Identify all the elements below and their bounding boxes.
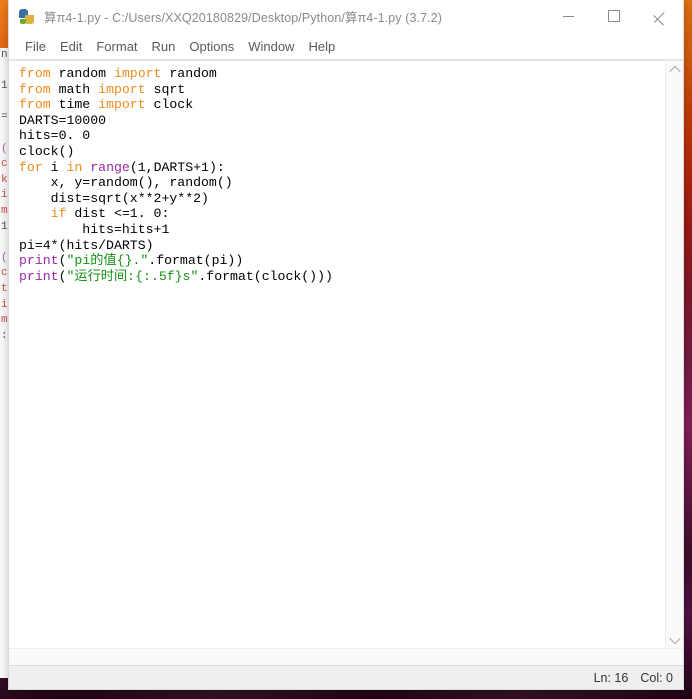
background-window-line: ( [1,251,8,264]
background-window-line: m [1,314,8,327]
background-window-line: k [1,173,8,186]
code-token: hits=hits+1 [19,221,170,237]
editor-body: from random import random from math impo… [9,60,683,648]
code-token: dist <=1. 0: [66,206,170,222]
code-token: .format(pi)) [148,253,244,269]
code-token: from [19,97,51,113]
menu-item-options[interactable]: Options [182,37,241,56]
code-token: "pi的值{}." [66,253,149,269]
code-token: from [19,81,51,97]
background-window-line: t [1,282,8,295]
window-controls [545,0,683,32]
maximize-icon [608,10,620,22]
code-token: random [50,66,114,81]
code-token: print [19,253,59,269]
code-token: math [50,81,99,97]
code-token: hits=0. 0 [19,128,91,144]
code-token: (1,DARTS+1): [129,159,225,175]
code-token: for [19,159,43,175]
background-window-line: i [1,298,8,311]
column-indicator: Col: 0 [640,670,673,685]
background-window-line: c [1,267,8,280]
vertical-scrollbar[interactable] [665,61,683,648]
code-token: pi=4*(hits/DARTS) [19,237,154,253]
minimize-icon [562,15,574,17]
menu-item-format[interactable]: Format [89,37,144,56]
maximize-button[interactable] [591,0,637,32]
menu-item-edit[interactable]: Edit [53,37,89,56]
code-token: dist=sqrt(x**2+y**2) [19,190,209,206]
background-window-line: n [1,49,8,61]
scroll-up-arrow-icon[interactable] [666,61,683,78]
background-window-line: ( [1,142,8,155]
code-token: sqrt [145,81,186,97]
title-bar[interactable]: 算π4-1.py - C:/Users/XXQ20180829/Desktop/… [9,0,683,33]
line-indicator: Ln: 16 [593,670,629,685]
background-window-line: 1 [1,80,8,93]
code-token: clock() [19,143,75,159]
background-window-line: i [1,189,8,202]
code-token: DARTS=10000 [19,112,107,128]
background-window-line: = [1,111,8,124]
minimize-button[interactable] [545,0,591,32]
menu-item-run[interactable]: Run [145,37,183,56]
status-bar: Ln: 16 Col: 0 [9,665,683,689]
python-idle-icon [19,8,36,25]
code-token: i [42,159,67,175]
code-token: from [19,66,51,81]
close-icon [654,10,666,22]
code-token: ( [58,268,67,284]
idle-editor-window: 算π4-1.py - C:/Users/XXQ20180829/Desktop/… [8,0,684,690]
background-window-line: m [1,204,8,217]
menu-bar: File Edit Format Run Options Window Help [9,33,683,60]
background-window-line: c [1,158,8,171]
code-text[interactable]: from random import random from math impo… [9,61,665,284]
close-button[interactable] [637,0,683,32]
menu-item-file[interactable]: File [18,37,53,56]
code-token: in [66,159,83,175]
code-token: time [50,97,99,113]
code-token: range [90,159,130,175]
background-window-line: : [1,329,8,342]
code-token: import [113,66,162,81]
horizontal-scrollbar[interactable] [9,648,683,665]
menu-item-window[interactable]: Window [241,37,301,56]
code-token: .format(clock())) [198,268,333,284]
code-token: "运行时间:{:.5f}s" [66,268,199,284]
scroll-down-arrow-icon[interactable] [666,631,683,648]
window-title: 算π4-1.py - C:/Users/XXQ20180829/Desktop/… [44,10,443,25]
code-token: ( [58,253,67,269]
code-editor[interactable]: from random import random from math impo… [9,61,665,648]
code-token: if [50,206,67,222]
code-token: import [98,97,146,113]
menu-item-help[interactable]: Help [301,37,342,56]
code-token: print [19,268,59,284]
code-token: x, y=random(), random() [19,175,233,191]
background-window-line: 1 [1,220,8,233]
code-token: clock [145,97,194,113]
code-token: random [161,66,217,81]
code-token: import [98,81,146,97]
